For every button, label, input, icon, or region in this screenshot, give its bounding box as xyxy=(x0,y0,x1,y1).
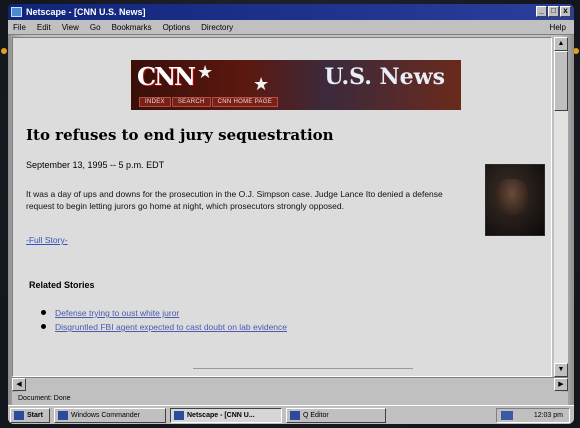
taskbar: Start Windows Commander Netscape - [CNN … xyxy=(8,405,574,424)
editor-icon xyxy=(290,411,300,420)
minimize-button[interactable]: _ xyxy=(536,6,547,17)
menu-go[interactable]: Go xyxy=(90,20,101,34)
bullet-icon xyxy=(41,324,46,329)
nav-search-link[interactable]: SEARCH xyxy=(171,97,211,107)
title-bar: Netscape - [CNN U.S. News] _ □ x xyxy=(8,4,574,20)
scroll-up-icon[interactable]: ▲ xyxy=(554,37,568,51)
related-story-link[interactable]: Defense trying to oust white juror xyxy=(55,308,179,318)
start-label: Start xyxy=(27,412,43,419)
article-photo[interactable] xyxy=(485,164,545,236)
list-item: Disgruntled FBI agent expected to cast d… xyxy=(41,320,287,334)
horizontal-scrollbar[interactable]: ◀ ▶ xyxy=(12,377,568,391)
decorative-dot xyxy=(1,48,7,54)
divider xyxy=(193,368,413,369)
monitor-bezel: Netscape - [CNN U.S. News] _ □ x File Ed… xyxy=(0,0,580,428)
related-stories-list: Defense trying to oust white juror Disgr… xyxy=(41,306,287,334)
taskbar-item-q-editor[interactable]: Q Editor xyxy=(286,408,386,423)
window-title: Netscape - [CNN U.S. News] xyxy=(26,7,146,17)
task-label: Q Editor xyxy=(303,412,329,419)
photo-subject xyxy=(496,179,528,215)
scroll-thumb[interactable] xyxy=(554,51,568,111)
maximize-button[interactable]: □ xyxy=(548,6,559,17)
article-headline: Ito refuses to end jury sequestration xyxy=(26,126,334,144)
page-content: CNN ★ ★ U.S. News INDEX SEARCH CNN HOME … xyxy=(12,37,552,377)
system-tray: 12:03 pm xyxy=(496,408,570,423)
close-button[interactable]: x xyxy=(560,6,571,17)
menu-bookmarks[interactable]: Bookmarks xyxy=(112,20,152,34)
status-text: Document: Done xyxy=(18,395,71,402)
menu-edit[interactable]: Edit xyxy=(37,20,51,34)
menu-options[interactable]: Options xyxy=(163,20,191,34)
star-icon: ★ xyxy=(197,62,214,82)
task-label: Netscape - [CNN U... xyxy=(187,412,255,419)
scroll-right-icon[interactable]: ▶ xyxy=(554,378,568,391)
scroll-left-icon[interactable]: ◀ xyxy=(12,378,26,391)
window-controls: _ □ x xyxy=(536,6,571,17)
menu-help[interactable]: Help xyxy=(550,20,566,35)
windows-logo-icon xyxy=(14,411,24,420)
full-story-link[interactable]: -Full Story- xyxy=(26,235,68,245)
netscape-icon[interactable] xyxy=(11,7,22,17)
nav-index-link[interactable]: INDEX xyxy=(139,97,171,107)
bullet-icon xyxy=(41,310,46,315)
taskbar-item-netscape[interactable]: Netscape - [CNN U... xyxy=(170,408,282,423)
article-body: It was a day of ups and downs for the pr… xyxy=(26,189,443,211)
related-stories-title: Related Stories xyxy=(29,280,95,290)
cnn-banner: CNN ★ ★ U.S. News INDEX SEARCH CNN HOME … xyxy=(131,60,461,110)
clock[interactable]: 12:03 pm xyxy=(534,412,563,419)
menu-bar: File Edit View Go Bookmarks Options Dire… xyxy=(8,20,574,35)
status-bar: Document: Done xyxy=(12,392,568,405)
nav-home-link[interactable]: CNN HOME PAGE xyxy=(211,97,279,107)
related-story-link[interactable]: Disgruntled FBI agent expected to cast d… xyxy=(55,322,287,332)
list-item: Defense trying to oust white juror xyxy=(41,306,287,320)
start-button[interactable]: Start xyxy=(10,408,50,423)
star-icon: ★ xyxy=(253,74,270,94)
banner-nav: INDEX SEARCH CNN HOME PAGE xyxy=(139,97,279,107)
cnn-logo[interactable]: CNN xyxy=(137,62,196,91)
netscape-icon xyxy=(174,411,184,420)
screen: Netscape - [CNN U.S. News] _ □ x File Ed… xyxy=(8,4,574,424)
banner-title: U.S. News xyxy=(324,64,445,90)
taskbar-item-windows-commander[interactable]: Windows Commander xyxy=(54,408,166,423)
article-dateline: September 13, 1995 -- 5 p.m. EDT xyxy=(26,160,165,170)
folder-icon xyxy=(58,411,68,420)
tray-icon[interactable] xyxy=(501,411,513,420)
menu-view[interactable]: View xyxy=(62,20,79,34)
menu-file[interactable]: File xyxy=(13,20,26,34)
task-label: Windows Commander xyxy=(71,412,140,419)
scroll-down-icon[interactable]: ▼ xyxy=(554,363,568,377)
menu-directory[interactable]: Directory xyxy=(201,20,233,34)
vertical-scrollbar[interactable]: ▲ ▼ xyxy=(554,37,568,377)
